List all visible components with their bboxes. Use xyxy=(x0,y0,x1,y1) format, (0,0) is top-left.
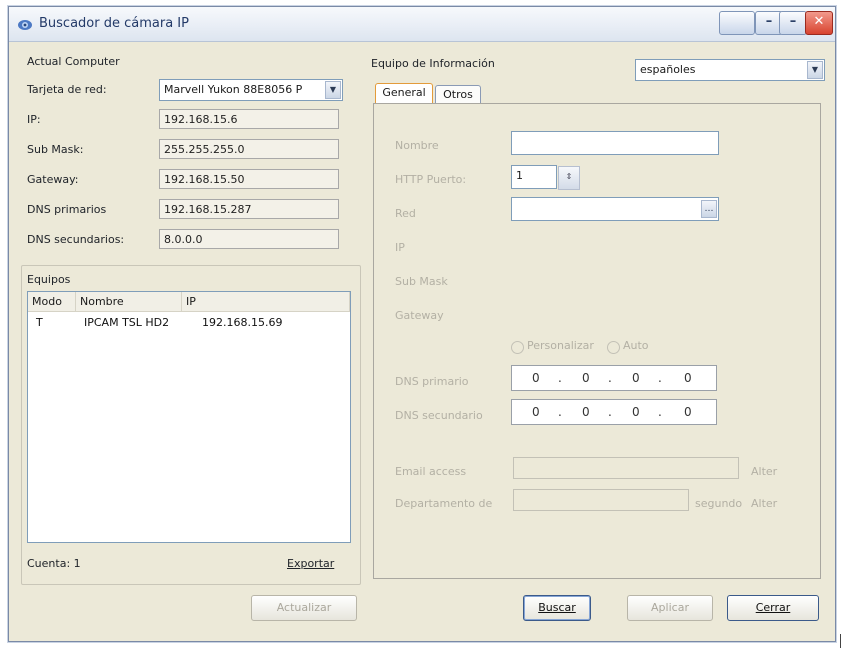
network-card-select[interactable]: Marvell Yukon 88E8056 P ▼ xyxy=(159,79,343,101)
auto-radio-label: Auto xyxy=(623,339,649,352)
update-button[interactable]: Actualizar xyxy=(251,595,357,621)
column-header-ip[interactable]: IP xyxy=(182,292,350,312)
dns-secondary-ip-input[interactable]: 0 . 0 . 0 . 0 xyxy=(511,399,717,425)
close-button[interactable]: Cerrar xyxy=(727,595,819,621)
dot-separator: . xyxy=(658,405,662,419)
apply-button[interactable]: Aplicar xyxy=(627,595,713,621)
dns-primary-octet-2: 0 xyxy=(582,371,590,385)
storage-unit: segundo xyxy=(695,497,743,510)
maximize-button[interactable]: – xyxy=(779,11,807,35)
devices-list[interactable]: Modo Nombre IP T IPCAM TSL HD2 192.168.1… xyxy=(27,291,351,543)
dns-secondary-octet-4: 0 xyxy=(684,405,692,419)
info-gateway-label: Gateway xyxy=(395,309,444,322)
dot-separator: . xyxy=(658,371,662,385)
email-suffix: Alter xyxy=(751,465,778,478)
storage-input[interactable] xyxy=(513,489,689,511)
actual-computer-heading: Actual Computer xyxy=(27,55,120,68)
camera-app-icon xyxy=(18,20,32,30)
dns-secondary-label: DNS secundarios: xyxy=(27,233,125,246)
dns-primary-octet-3: 0 xyxy=(632,371,640,385)
close-icon: ✕ xyxy=(813,14,825,29)
dot-separator: . xyxy=(608,405,612,419)
info-submask-label: Sub Mask xyxy=(395,275,448,288)
ip-label: IP: xyxy=(27,113,41,126)
email-label: Email access xyxy=(395,465,467,478)
chevron-down-icon[interactable]: ▼ xyxy=(807,61,823,79)
dns-primary-label: DNS primarios xyxy=(27,203,107,216)
dot-separator: . xyxy=(558,405,562,419)
storage-suffix: Alter xyxy=(751,497,778,510)
column-header-name[interactable]: Nombre xyxy=(76,292,182,312)
row-mode: T xyxy=(36,316,43,329)
dns-secondary-octet-2: 0 xyxy=(582,405,590,419)
table-row[interactable]: T IPCAM TSL HD2 192.168.15.69 xyxy=(28,314,350,332)
auto-radio[interactable] xyxy=(607,341,620,354)
gateway-value: 192.168.15.50 xyxy=(159,169,339,189)
tab-general[interactable]: General xyxy=(375,83,433,103)
custom-radio[interactable] xyxy=(511,341,524,354)
ellipsis-icon[interactable]: … xyxy=(701,200,717,218)
window-title: Buscador de cámara IP xyxy=(39,16,189,31)
network-card-value: Marvell Yukon 88E8056 P xyxy=(164,83,303,96)
network-select[interactable]: … xyxy=(511,197,719,221)
email-input[interactable] xyxy=(513,457,739,479)
http-port-label: HTTP Puerto: xyxy=(395,173,467,186)
submask-value: 255.255.255.0 xyxy=(159,139,339,159)
dns-primary-value: 192.168.15.287 xyxy=(159,199,339,219)
http-port-value: 1 xyxy=(516,169,523,182)
dns-secondary-octet-1: 0 xyxy=(532,405,540,419)
ip-value: 192.168.15.6 xyxy=(159,109,339,129)
gateway-label: Gateway: xyxy=(27,173,79,186)
export-button[interactable]: Exportar xyxy=(287,557,334,570)
dns-secondary-octet-3: 0 xyxy=(632,405,640,419)
camera-finder-window: Buscador de cámara IP – – ✕ Actual Compu… xyxy=(8,6,836,642)
close-window-button[interactable]: ✕ xyxy=(805,11,833,35)
http-port-input[interactable]: 1 xyxy=(511,165,557,189)
name-label: Nombre xyxy=(395,139,439,152)
maximize-icon: – xyxy=(789,14,797,29)
blank-title-button[interactable] xyxy=(719,11,755,35)
row-name: IPCAM TSL HD2 xyxy=(84,316,170,329)
storage-label: Departamento de xyxy=(395,497,493,510)
info-dns-primary-label: DNS primario xyxy=(395,375,469,388)
device-info-heading: Equipo de Información xyxy=(371,57,495,70)
info-dns-secondary-label: DNS secundario xyxy=(395,409,483,422)
dot-separator: . xyxy=(608,371,612,385)
dot-separator: . xyxy=(558,371,562,385)
dns-primary-octet-1: 0 xyxy=(532,371,540,385)
chevron-down-icon[interactable]: ▼ xyxy=(325,81,341,99)
text-cursor xyxy=(840,634,841,648)
submask-label: Sub Mask: xyxy=(27,143,84,156)
column-header-mode[interactable]: Modo xyxy=(28,292,76,312)
language-value: españoles xyxy=(640,63,696,76)
name-input[interactable] xyxy=(511,131,719,155)
custom-radio-label: Personalizar xyxy=(527,339,594,352)
title-bar: Buscador de cámara IP – – ✕ xyxy=(9,7,835,42)
info-ip-label: IP xyxy=(395,241,405,254)
network-label: Red xyxy=(395,207,416,220)
row-ip: 192.168.15.69 xyxy=(202,316,283,329)
devices-heading: Equipos xyxy=(27,273,71,286)
language-select[interactable]: españoles ▼ xyxy=(635,59,825,81)
tab-otros[interactable]: Otros xyxy=(435,85,481,103)
devices-count: Cuenta: 1 xyxy=(27,557,81,570)
dns-primary-ip-input[interactable]: 0 . 0 . 0 . 0 xyxy=(511,365,717,391)
dns-secondary-value: 8.0.0.0 xyxy=(159,229,339,249)
port-spinner-icon[interactable]: ⇕ xyxy=(558,166,580,190)
dns-primary-octet-4: 0 xyxy=(684,371,692,385)
network-card-label: Tarjeta de red: xyxy=(27,83,107,96)
search-button[interactable]: Buscar xyxy=(523,595,591,621)
